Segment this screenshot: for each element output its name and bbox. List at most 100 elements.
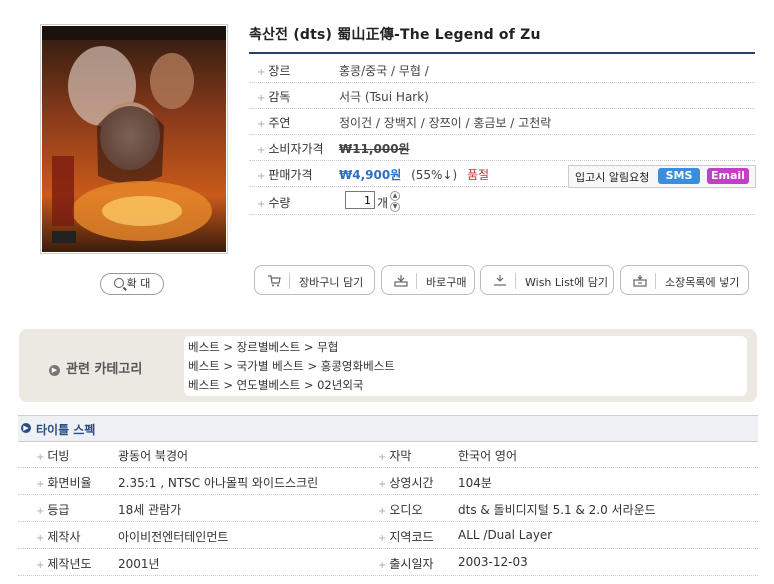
info-row-quantity: +수량 개 ▲ ▼	[249, 188, 755, 215]
zoom-label: 확 대	[126, 277, 151, 290]
button-separator	[655, 273, 656, 289]
bullet-icon: +	[36, 479, 45, 490]
director-label: + 감독	[257, 90, 291, 104]
info-row-genre: + 장르 홍콩/중국 / 무협 /	[249, 56, 755, 83]
sale-price-value: ₩4,900원	[339, 168, 402, 182]
discount-value: (55%↓)	[411, 168, 458, 182]
bullet-icon: +	[378, 560, 387, 571]
list-price-value: ₩11,000원	[339, 142, 410, 156]
related-path-1[interactable]: 베스트 > 장르별베스트 > 무협	[188, 339, 338, 355]
magnifier-icon	[113, 278, 124, 288]
collection-icon	[633, 275, 647, 287]
add-to-collection-label: 소장목록에 넣기	[665, 276, 740, 289]
add-to-wishlist-button[interactable]: Wish List에 담기	[480, 265, 614, 295]
bullet-icon: +	[36, 452, 45, 463]
bullet-icon: +	[257, 171, 266, 182]
email-button[interactable]: Email	[707, 168, 749, 184]
genre-value: 홍콩/중국 / 무협 /	[339, 64, 429, 78]
spec-label: + 제작년도	[36, 557, 92, 571]
button-separator	[515, 273, 516, 289]
spec-row: + 제작사 아이비전엔터테인먼트 + 지역코드 ALL /Dual Layer	[18, 522, 758, 549]
cast-value: 정이건 / 장백지 / 장쯔이 / 홍금보 / 고천락	[339, 116, 552, 130]
related-categories-list: 베스트 > 장르별베스트 > 무협 베스트 > 국가별 베스트 > 홍콩영화베스…	[184, 336, 747, 396]
related-path-2[interactable]: 베스트 > 국가별 베스트 > 홍콩영화베스트	[188, 358, 395, 374]
spec-label: + 상영시간	[378, 476, 434, 490]
add-to-cart-button[interactable]: 장바구니 담기	[254, 265, 375, 295]
spec-value: 18세 관람가	[118, 503, 182, 517]
spec-value: 아이비전엔터테인먼트	[118, 530, 229, 544]
bullet-icon: +	[257, 119, 266, 130]
poster-image	[42, 26, 226, 252]
bullet-icon: +	[36, 560, 45, 571]
spec-title: 타이틀 스펙	[36, 423, 96, 437]
cast-label: + 주연	[257, 116, 291, 130]
related-categories: ▶ 관련 카테고리 베스트 > 장르별베스트 > 무협 베스트 > 국가별 베스트…	[19, 329, 757, 402]
soldout-badge: 품절	[466, 168, 490, 182]
quantity-label: + 수량	[257, 196, 291, 210]
spec-value: 2.35:1 , NTSC 아나몰픽 와이드스크린	[118, 476, 319, 490]
decrease-icon[interactable]: ▼	[390, 202, 400, 212]
spec-label: + 더빙	[36, 449, 70, 463]
spec-value: ALL /Dual Layer	[458, 528, 553, 542]
spec-row: + 등급 18세 관람가 + 오디오 dts & 돌비디지털 5.1 & 2.0 서…	[18, 495, 758, 522]
spec-label: + 출시일자	[378, 557, 434, 571]
restock-notification: 입고시 알림요청 SMS Email	[568, 165, 756, 188]
list-price-label: + 소비자가격	[257, 142, 324, 156]
bullet-icon: +	[257, 93, 266, 104]
title-divider	[249, 52, 755, 54]
info-row-director: + 감독 서극 (Tsui Hark)	[249, 82, 755, 109]
arrow-circle-icon: ▶	[49, 365, 60, 376]
bullet-icon: +	[378, 479, 387, 490]
spec-value: 2003-12-03	[458, 555, 528, 569]
info-row-list-price: + 소비자가격 ₩11,000원	[249, 134, 755, 161]
buy-now-button[interactable]: 바로구매	[381, 265, 475, 295]
bullet-icon: +	[257, 145, 266, 156]
bullet-icon: +	[378, 533, 387, 544]
cart-icon	[268, 275, 281, 287]
director-value: 서극 (Tsui Hark)	[339, 90, 429, 104]
related-categories-label: ▶ 관련 카테고리	[49, 358, 142, 377]
increase-icon[interactable]: ▲	[390, 191, 400, 201]
info-row-cast: + 주연 정이건 / 장백지 / 장쯔이 / 홍금보 / 고천락	[249, 108, 755, 135]
restock-label: 입고시 알림요청	[575, 171, 650, 184]
buy-now-label: 바로구매	[426, 276, 467, 289]
buy-icon	[394, 275, 408, 287]
spec-row: + 제작년도 2001년 + 출시일자 2003-12-03	[18, 549, 758, 576]
bullet-icon: +	[36, 533, 45, 544]
spec-row: + 더빙 광동어 북경어 + 자막 한국어 영어	[18, 441, 758, 468]
button-separator	[289, 273, 290, 289]
related-path-3[interactable]: 베스트 > 연도별베스트 > 02년외국	[188, 377, 364, 393]
quantity-unit: 개	[377, 196, 389, 210]
add-to-cart-label: 장바구니 담기	[299, 276, 364, 289]
bullet-icon: +	[378, 452, 387, 463]
sale-price-label: + 판매가격	[257, 168, 313, 182]
sms-button[interactable]: SMS	[658, 168, 700, 184]
button-separator	[416, 273, 417, 289]
spec-label: + 제작사	[36, 530, 81, 544]
bullet-icon: +	[257, 67, 266, 78]
spec-value: 광동어 북경어	[118, 449, 189, 463]
genre-label: + 장르	[257, 64, 291, 78]
spec-label: + 등급	[36, 503, 70, 517]
spec-value: 한국어 영어	[458, 449, 518, 463]
bullet-icon: +	[257, 199, 266, 210]
product-title: 촉산전 (dts) 蜀山正傳-The Legend of Zu	[249, 27, 541, 43]
product-poster	[40, 24, 228, 254]
spec-value: 104분	[458, 476, 492, 490]
spec-label: + 화면비율	[36, 476, 92, 490]
spec-label: + 자막	[378, 449, 412, 463]
add-to-wishlist-label: Wish List에 담기	[525, 276, 608, 289]
spec-value: 2001년	[118, 557, 160, 571]
wishlist-icon	[494, 275, 506, 286]
sale-price-group: ₩4,900원 (55%↓) 품절	[339, 166, 489, 183]
spec-label: + 지역코드	[378, 530, 434, 544]
spec-value: dts & 돌비디지털 5.1 & 2.0 서라운드	[458, 503, 656, 517]
spec-label: + 오디오	[378, 503, 423, 517]
spec-row: + 화면비율 2.35:1 , NTSC 아나몰픽 와이드스크린 + 상영시간 10…	[18, 468, 758, 495]
quantity-stepper[interactable]: ▲ ▼	[390, 191, 400, 212]
quantity-input[interactable]	[345, 191, 375, 209]
arrow-circle-icon: ▶	[21, 423, 31, 433]
zoom-button[interactable]: 확 대	[100, 273, 164, 295]
add-to-collection-button[interactable]: 소장목록에 넣기	[620, 265, 749, 295]
bullet-icon: +	[378, 506, 387, 517]
